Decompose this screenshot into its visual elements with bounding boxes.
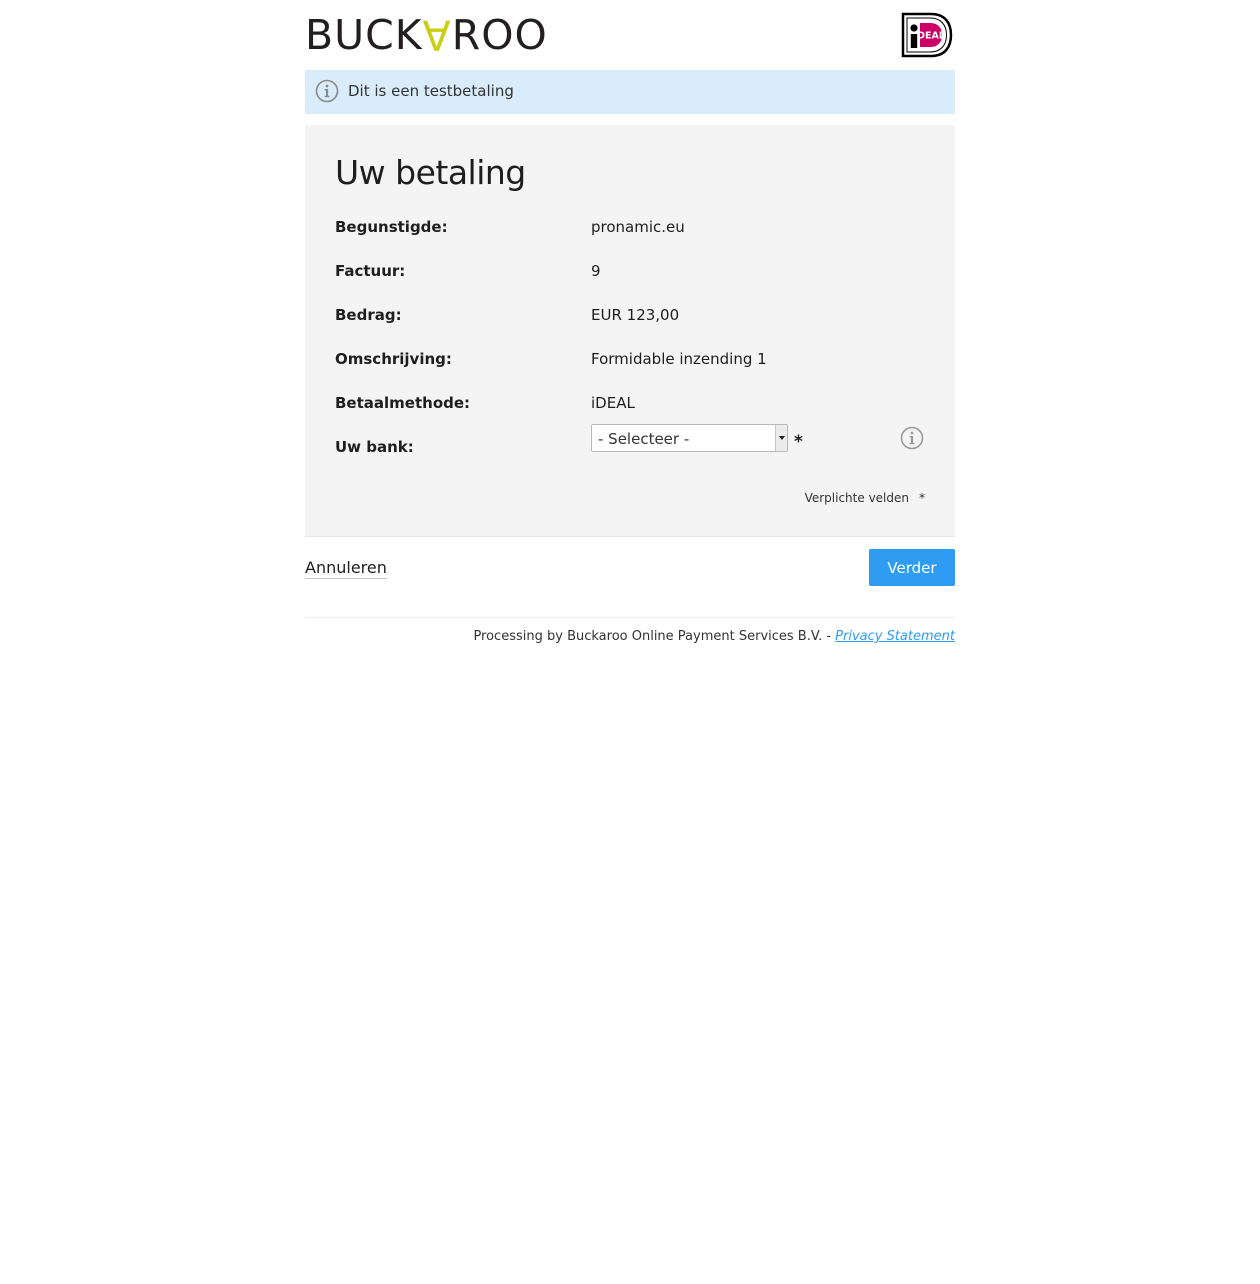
row-label: Betaalmethode: [335,394,471,412]
chevron-down-icon[interactable] [775,425,787,451]
row-payment-method: Betaalmethode: iDEAL [335,394,925,418]
bank-select[interactable]: - Selecteer - [591,424,788,452]
footer-divider [305,617,955,618]
required-fields-note: Verplichte velden * [805,491,925,505]
row-description: Omschrijving: Formidable inzending 1 [335,350,925,374]
row-label: Omschrijving: [335,350,452,368]
logo-text-accent: A [422,11,452,59]
header: BUCKAROO DEAL [305,0,955,70]
required-note-text: Verplichte velden [804,491,909,505]
bank-label: Uw bank: [335,438,414,456]
row-bank: Uw bank: - Selecteer - * [335,424,925,462]
row-value: 9 [591,262,601,280]
cancel-link[interactable]: Annuleren [305,558,387,579]
row-value: Formidable inzending 1 [591,350,767,368]
next-button[interactable]: Verder [869,549,955,586]
privacy-statement-link[interactable]: Privacy Statement [835,629,955,644]
logo-text-prefix: BUCK [305,11,423,59]
page-container: BUCKAROO DEAL Dit is een testbetaling Uw… [305,0,955,644]
payment-panel: Uw betaling Begunstigde: pronamic.eu Fac… [305,125,955,537]
row-amount: Bedrag: EUR 123,00 [335,306,925,330]
ideal-logo: DEAL [901,12,953,58]
row-value: EUR 123,00 [591,306,680,324]
row-label: Begunstigde: [335,218,448,236]
footer-text: Processing by Buckaroo Online Payment Se… [473,629,836,644]
row-label: Bedrag: [335,306,402,324]
logo-text-suffix: ROO [451,11,548,59]
bank-select-value: - Selecteer - [598,430,690,448]
test-payment-notice: Dit is een testbetaling [305,70,955,114]
footer: Processing by Buckaroo Online Payment Se… [473,629,955,644]
row-label: Factuur: [335,262,406,280]
required-note-marker: * [919,491,925,505]
ideal-logo-text: DEAL [917,31,945,42]
notice-text: Dit is een testbetaling [348,82,514,100]
row-value: iDEAL [591,394,635,412]
row-beneficiary: Begunstigde: pronamic.eu [335,218,925,242]
required-marker: * [794,432,803,452]
info-icon [315,79,339,103]
row-value: pronamic.eu [591,218,685,236]
info-icon[interactable] [900,426,924,450]
buckaroo-logo: BUCKAROO [305,11,548,59]
page-title: Uw betaling [335,153,526,192]
row-invoice: Factuur: 9 [335,262,925,286]
